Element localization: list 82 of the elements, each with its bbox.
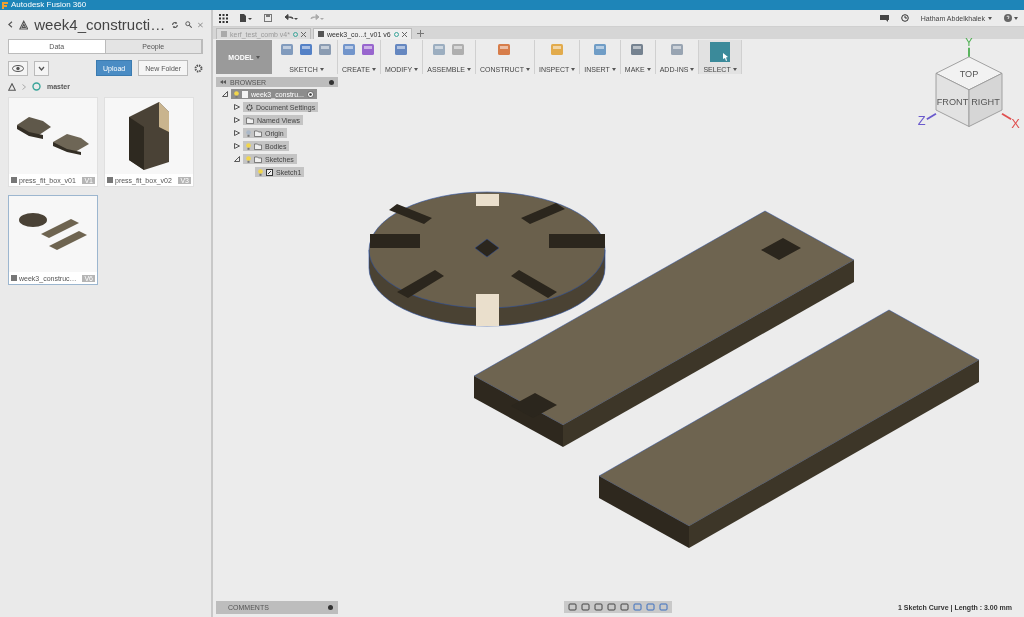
project-logo-icon: [8, 82, 16, 91]
caret-icon: [646, 68, 651, 71]
caret-icon: [371, 68, 376, 71]
undo-icon[interactable]: [284, 14, 298, 22]
pin-dot-icon[interactable]: [329, 79, 334, 85]
collapsed-triangle-icon[interactable]: [234, 143, 240, 149]
refresh-icon[interactable]: [171, 19, 180, 30]
tool-icon: [432, 42, 448, 57]
app-grid-icon[interactable]: [219, 13, 228, 23]
view-toggle[interactable]: [8, 60, 28, 76]
tool-icon: [669, 42, 685, 57]
caret-icon: [611, 68, 616, 71]
caret-icon: [319, 68, 324, 71]
chevron-down-icon: [38, 65, 45, 71]
tool-icon: [318, 42, 333, 57]
viewcube-face-label: FRONT: [936, 96, 969, 107]
caret-icon: [1014, 16, 1018, 20]
caret-icon: [414, 68, 419, 71]
lightbulb-icon[interactable]: [246, 129, 251, 137]
document-icon: [242, 90, 248, 98]
sync-status-icon: [292, 31, 298, 37]
viewcube-drawing[interactable]: [925, 46, 1013, 127]
tool-icon: [394, 42, 410, 57]
window-title: Autodesk Fusion 360: [11, 0, 87, 10]
close-icon[interactable]: [401, 31, 407, 37]
close-icon[interactable]: [300, 31, 306, 37]
axis-label: Y: [965, 35, 973, 48]
back-chevron-icon[interactable]: [8, 20, 13, 29]
branch-circle-icon: [32, 82, 41, 91]
caret-icon: [988, 16, 992, 20]
viewcube-face-label: TOP: [959, 69, 979, 79]
message-icon[interactable]: [879, 14, 889, 22]
tool-icon: [361, 42, 376, 57]
radio-target-icon[interactable]: [306, 90, 314, 98]
project-logo-icon: [18, 18, 29, 31]
caret-icon: [467, 68, 471, 71]
caret-icon: [732, 68, 737, 71]
app-logo-icon: [2, 1, 8, 9]
tool-icon: [299, 42, 314, 57]
help-icon[interactable]: [1004, 14, 1012, 22]
tool-icon: [592, 42, 608, 57]
collapse-arrows-icon[interactable]: [220, 80, 226, 84]
tool-icon: [342, 42, 357, 57]
box-thumbnail: [129, 102, 169, 170]
tool-icon: [549, 42, 565, 57]
tool-icon: [497, 42, 513, 57]
tool-icon: [451, 42, 467, 57]
caret-icon: [690, 68, 695, 71]
collapsed-triangle-icon[interactable]: [234, 130, 240, 136]
select-cursor-icon: [710, 42, 731, 62]
plus-icon[interactable]: [416, 30, 424, 37]
caret-icon: [255, 55, 260, 59]
eye-icon: [12, 64, 24, 72]
sync-status-icon: [393, 31, 399, 37]
sketch-icon: [266, 168, 273, 176]
clock-icon[interactable]: [900, 14, 909, 22]
collapsed-triangle-icon[interactable]: [234, 104, 240, 110]
lightbulb-icon[interactable]: [234, 90, 239, 98]
chevron-right-icon: [22, 83, 26, 90]
settings-icon[interactable]: [194, 63, 203, 73]
caret-icon: [571, 68, 576, 71]
gear-icon: [246, 103, 253, 111]
lightbulb-icon[interactable]: [246, 142, 251, 150]
tool-icon: [630, 42, 646, 57]
pin-dot-icon: [328, 604, 333, 610]
axis-label: X: [1011, 116, 1020, 132]
viewcube-face-label: RIGHT: [971, 96, 1000, 107]
view-dropdown[interactable]: [34, 60, 49, 76]
axis-label: Z: [917, 112, 926, 128]
file-icon[interactable]: [240, 14, 252, 22]
project-title: week4_constructi…: [34, 16, 166, 33]
lightbulb-icon[interactable]: [246, 155, 251, 163]
expanded-triangle-icon[interactable]: [234, 156, 240, 162]
save-icon[interactable]: [264, 14, 272, 22]
lightbulb-icon[interactable]: [258, 168, 263, 176]
tool-icon: [280, 42, 295, 57]
close-icon[interactable]: [198, 21, 203, 28]
plates-thumbnail: [17, 117, 89, 155]
collapsed-triangle-icon[interactable]: [234, 117, 240, 123]
search-icon[interactable]: [185, 20, 193, 29]
caret-icon: [525, 68, 530, 71]
expanded-triangle-icon[interactable]: [222, 91, 228, 97]
